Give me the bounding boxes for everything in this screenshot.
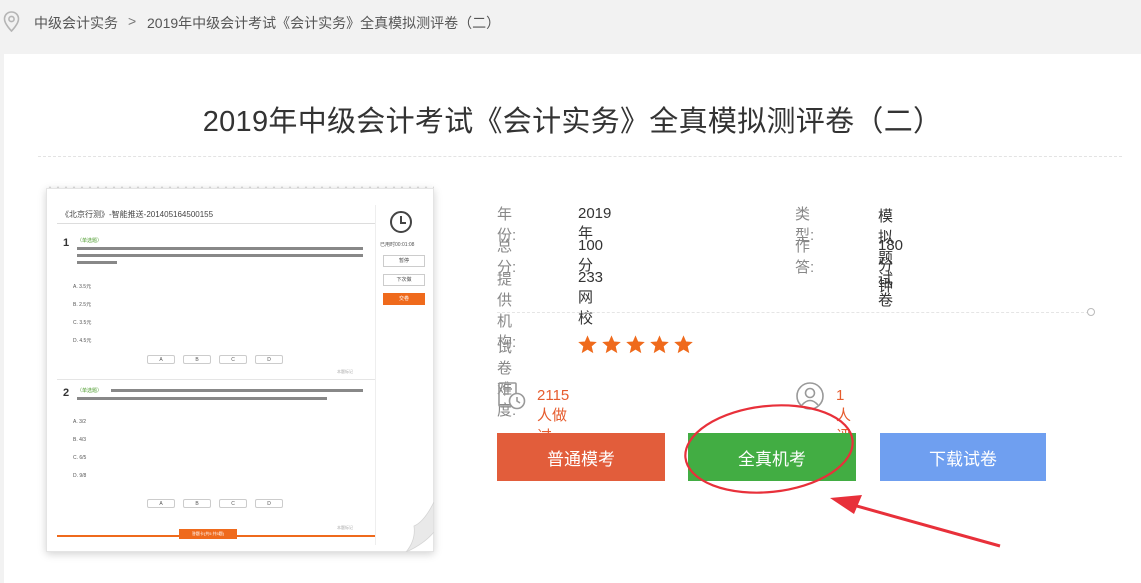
preview-q1-number: 1 [63, 237, 70, 249]
preview-q2-option-b: B. 4/3 [73, 437, 87, 443]
preview-q1-option-b: B. 2.5元 [73, 302, 92, 308]
preview-q2-option-a: A. 3/2 [73, 419, 87, 425]
star-icon [674, 335, 693, 354]
location-pin-icon [3, 11, 20, 33]
preview-answer-card-button: 答题卡(共5 共5题) [179, 529, 237, 539]
page-title: 2019年中级会计考试《会计实务》全真模拟测评卷（二） [202, 106, 943, 138]
difficulty-stars [577, 334, 694, 355]
preview-q2-choices: A B C D [147, 499, 283, 508]
preview-submit-button: 交卷 [383, 293, 425, 305]
preview-q2-option-c: C. 6/5 [73, 455, 87, 461]
star-icon [650, 335, 669, 354]
preview-q1-option-c: C. 3.5元 [73, 320, 92, 326]
clock-icon [390, 211, 412, 233]
star-icon [578, 335, 597, 354]
normal-mock-exam-button[interactable]: 普通模考 [497, 433, 665, 481]
paper-curl-corner [405, 502, 434, 552]
preview-q1-choices: A B C D [147, 355, 283, 364]
preview-header: 《北京行测》-智能推送-201405164500155 [61, 210, 214, 219]
title-divider [38, 156, 1122, 157]
user-avatar-icon [796, 382, 824, 410]
real-computer-exam-button[interactable]: 全真机考 [688, 433, 856, 481]
info-divider [497, 312, 1089, 313]
paper-sheet: 《北京行测》-智能推送-201405164500155 已用时00:01:08 … [46, 188, 434, 552]
paper-detail-card: 2019年中级会计考试《会计实务》全真模拟测评卷（二） 《北京行测》-智能推送-… [4, 54, 1141, 583]
breadcrumb-separator: > [128, 13, 137, 29]
preview-q2-number: 2 [63, 387, 70, 399]
preview-later-button: 下次做 [383, 274, 425, 286]
paper-preview-image: 《北京行测》-智能推送-201405164500155 已用时00:01:08 … [42, 184, 440, 556]
org-value: 233网校 [578, 269, 604, 327]
preview-q2-option-d: D. 9/8 [73, 473, 87, 479]
preview-elapsed: 已用时00:01:08 [380, 242, 415, 248]
breadcrumb-item-category[interactable]: 中级会计实务 [34, 13, 118, 33]
preview-pause-button: 暂停 [383, 255, 425, 267]
breadcrumb-item-current: 2019年中级会计考试《会计实务》全真模拟测评卷（二） [147, 15, 501, 31]
exam-history-icon [498, 382, 526, 410]
star-icon [626, 335, 645, 354]
download-paper-button[interactable]: 下载试卷 [880, 433, 1046, 481]
breadcrumb: 中级会计实务 > 2019年中级会计考试《会计实务》全真模拟测评卷（二） [0, 0, 1141, 44]
time-value: 180 分钟 [878, 237, 904, 295]
time-label: 作 答: [795, 238, 841, 276]
preview-q2-tag: （单选题） [77, 388, 103, 394]
preview-q1-option-d: D. 4.5元 [73, 338, 92, 344]
star-icon [602, 335, 621, 354]
preview-q1-tag: （单选题） [77, 238, 103, 244]
preview-q1-option-a: A. 3.5元 [73, 284, 92, 290]
